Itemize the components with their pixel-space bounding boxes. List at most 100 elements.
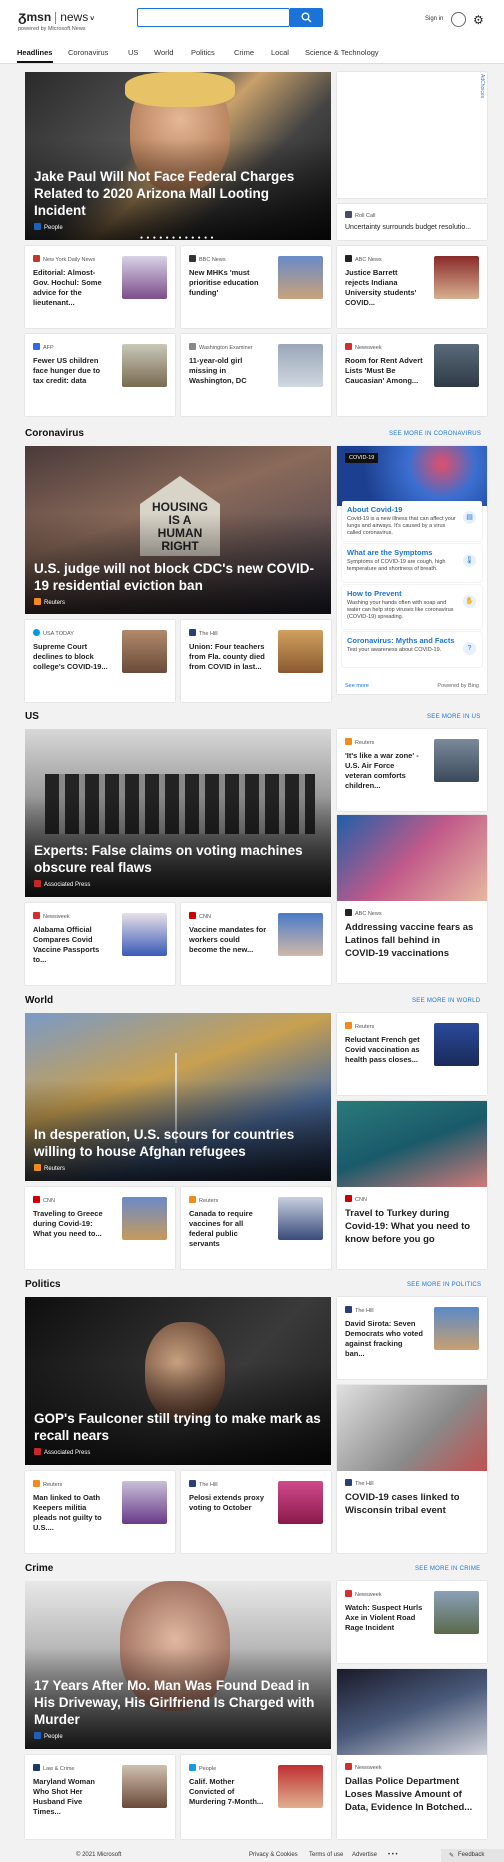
covid-tag: COVID-19 [345, 453, 379, 463]
search-button[interactable] [290, 8, 323, 27]
story-thumbnail [434, 344, 479, 387]
terms-link[interactable]: Terms of use [309, 1852, 343, 1858]
hero-title: U.S. judge will not block CDC's new COVI… [34, 561, 314, 593]
ad-slot[interactable]: AdChoices [337, 72, 487, 198]
story-card[interactable]: BBC News New MHKs 'must prioritise educat… [181, 246, 331, 328]
section-heading-politics[interactable]: Politics [25, 1279, 61, 1290]
story-image [337, 1669, 487, 1755]
avatar-icon[interactable] [451, 12, 466, 27]
story-card[interactable]: The Hill Union: Four teachers from Fla. c… [181, 620, 331, 702]
covid-see-more[interactable]: See more [345, 683, 369, 689]
covid-about-item[interactable]: About Covid-19 Covid-19 is a new illness … [342, 501, 482, 541]
story-thumbnail [278, 344, 323, 387]
tab-headlines[interactable]: Headlines [17, 48, 52, 57]
section-heading-us[interactable]: US [25, 711, 39, 722]
covid-prevent-item[interactable]: How to Prevent Washing your hands often w… [342, 585, 482, 629]
covid-myths-item[interactable]: Coronavirus: Myths and Facts Test your aw… [342, 632, 482, 667]
hero-title: GOP's Faulconer still trying to make mar… [34, 1411, 321, 1443]
story-thumbnail [434, 1023, 479, 1066]
us-hero-story[interactable]: Experts: False claims on voting machines… [25, 729, 331, 897]
feedback-button[interactable]: ✎ Feedback [441, 1849, 504, 1862]
story-card-tall[interactable]: CNN Travel to Turkey during Covid-19: Wha… [337, 1101, 487, 1269]
section-heading-coronavirus[interactable]: Coronavirus [25, 428, 84, 439]
story-card[interactable]: Reuters Reluctant French get Covid vaccin… [337, 1013, 487, 1095]
carousel-dots[interactable]: ● ● ● ● ● ● ● ● ● ● ● ● [140, 235, 215, 240]
feedback-label: Feedback [458, 1852, 485, 1858]
privacy-link[interactable]: Privacy & Cookies [249, 1852, 298, 1858]
story-card[interactable]: ABC News Justice Barrett rejects Indiana … [337, 246, 487, 328]
info-icon: ▤ [463, 511, 476, 524]
msn-logo[interactable]: ᵹmsn news ˅ [18, 8, 94, 24]
story-card[interactable]: Reuters Man linked to Oath Keepers militi… [25, 1471, 175, 1553]
story-thumbnail [122, 1765, 167, 1808]
tab-us[interactable]: US [128, 48, 138, 57]
story-thumbnail [122, 630, 167, 673]
see-more-coronavirus[interactable]: SEE MORE IN CORONAVIRUS [389, 431, 481, 437]
story-thumbnail [122, 1481, 167, 1524]
see-more-politics[interactable]: SEE MORE IN POLITICS [407, 1282, 481, 1288]
story-thumbnail [278, 256, 323, 299]
tab-world[interactable]: World [154, 48, 173, 57]
header: ᵹmsn news ˅ powered by Microsoft News Sig… [0, 0, 504, 40]
tab-local[interactable]: Local [271, 48, 289, 57]
powered-by: powered by Microsoft News [18, 26, 86, 32]
section-heading-crime[interactable]: Crime [25, 1563, 53, 1574]
footer: © 2021 Microsoft Privacy & Cookies Terms… [0, 1849, 504, 1862]
world-hero-story[interactable]: In desperation, U.S. scours for countrie… [25, 1013, 331, 1181]
see-more-us[interactable]: SEE MORE IN US [427, 714, 481, 720]
story-card-tall[interactable]: The Hill COVID-19 cases linked to Wiscons… [337, 1385, 487, 1553]
story-card[interactable]: CNN Vaccine mandates for workers could be… [181, 903, 331, 985]
tab-coronavirus[interactable]: Coronavirus [68, 48, 108, 57]
search-input[interactable] [137, 8, 290, 27]
story-card[interactable]: The Hill David Sirota: Seven Democrats wh… [337, 1297, 487, 1379]
butterfly-icon: ᵹ [18, 8, 27, 24]
hero-source: Associated Press [34, 880, 90, 888]
covid-info-panel: COVID-19 About Covid-19 Covid-19 is a new… [337, 446, 487, 694]
active-tab-indicator [17, 61, 53, 63]
story-card[interactable]: USA TODAY Supreme Court declines to block… [25, 620, 175, 702]
tab-crime[interactable]: Crime [234, 48, 254, 57]
covid-symptoms-item[interactable]: What are the Symptoms Symptoms of COVID-1… [342, 544, 482, 582]
advertise-link[interactable]: Advertise [352, 1852, 377, 1858]
see-more-world[interactable]: SEE MORE IN WORLD [412, 998, 480, 1004]
story-card[interactable]: Washington Examiner 11-year-old girl miss… [181, 334, 331, 416]
category-nav: Headlines Coronavirus US World Politics … [0, 40, 504, 64]
story-card[interactable]: Newsweek Room for Rent Advert Lists 'Must… [337, 334, 487, 416]
story-title: Uncertainty surrounds budget resolutio..… [345, 224, 472, 231]
story-card[interactable]: Newsweek Watch: Suspect Hurls Axe in Viol… [337, 1581, 487, 1663]
top-hero-story[interactable]: Jake Paul Will Not Face Federal Charges … [25, 72, 331, 240]
sign-in-link[interactable]: Sign in [425, 16, 443, 22]
story-card[interactable]: The Hill Pelosi extends proxy voting to O… [181, 1471, 331, 1553]
tab-science-technology[interactable]: Science & Technology [305, 48, 379, 57]
tab-politics[interactable]: Politics [191, 48, 215, 57]
story-card[interactable]: Reuters Canada to require vaccines for al… [181, 1187, 331, 1269]
hero-source: Associated Press [34, 1448, 90, 1456]
copyright: © 2021 Microsoft [76, 1852, 122, 1858]
side-story[interactable]: Roll Call Uncertainty surrounds budget r… [337, 204, 487, 240]
hand-wash-icon: ✋ [463, 595, 476, 608]
story-card[interactable]: Newsweek Alabama Official Compares Covid … [25, 903, 175, 985]
coronavirus-hero-story[interactable]: HOUSING IS A HUMAN RIGHT U.S. judge will… [25, 446, 331, 614]
story-card[interactable]: AFP Fewer US children face hunger due to … [25, 334, 175, 416]
story-thumbnail [122, 913, 167, 956]
story-card[interactable]: Law & Crime Maryland Woman Who Shot Her H… [25, 1755, 175, 1839]
logo-section: news [60, 10, 89, 24]
story-card-tall[interactable]: Newsweek Dallas Police Department Loses M… [337, 1669, 487, 1839]
story-card[interactable]: CNN Traveling to Greece during Covid-19: … [25, 1187, 175, 1269]
story-card[interactable]: Reuters 'It's like a war zone' - U.S. Air… [337, 729, 487, 811]
story-thumbnail [278, 913, 323, 956]
story-card-tall[interactable]: ABC News Addressing vaccine fears as Lati… [337, 815, 487, 983]
crime-hero-story[interactable]: 17 Years After Mo. Man Was Found Dead in… [25, 1581, 331, 1749]
see-more-crime[interactable]: SEE MORE IN CRIME [415, 1566, 480, 1572]
section-heading-world[interactable]: World [25, 995, 53, 1006]
story-card[interactable]: New York Daily News Editorial: Almost-Gov… [25, 246, 175, 328]
more-links-icon[interactable]: • • • [388, 1852, 398, 1858]
story-card[interactable]: People Calif. Mother Convicted of Murderi… [181, 1755, 331, 1839]
politics-hero-story[interactable]: GOP's Faulconer still trying to make mar… [25, 1297, 331, 1465]
hero-source: Reuters [34, 1164, 65, 1172]
story-image [337, 815, 487, 901]
story-image [337, 1101, 487, 1187]
gear-icon[interactable]: ⚙ [473, 13, 484, 27]
ad-choices[interactable]: AdChoices [479, 74, 485, 98]
hero-hair [125, 72, 235, 107]
